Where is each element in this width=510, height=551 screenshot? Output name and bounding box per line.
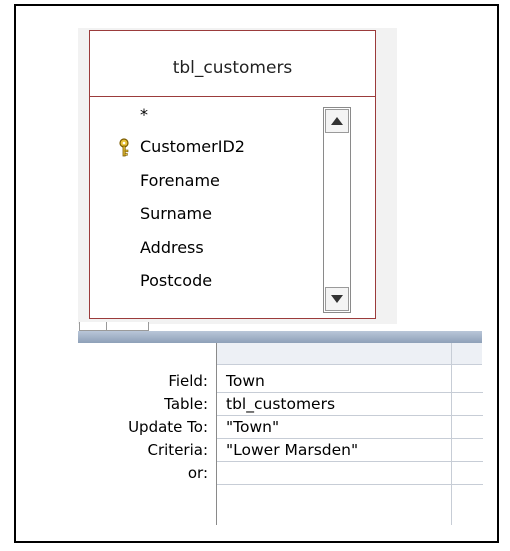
key-icon bbox=[118, 138, 132, 158]
field-customerid2[interactable]: CustomerID2 bbox=[140, 137, 245, 156]
query-tables-pane: tbl_customers * CustomerID2 Forename Sur… bbox=[78, 28, 397, 324]
row-label-table: Table: bbox=[164, 395, 208, 413]
upper-pane-horizontal-scrollbar[interactable] bbox=[79, 322, 149, 331]
table-field-list-window[interactable]: tbl_customers * CustomerID2 Forename Sur… bbox=[89, 30, 376, 319]
grid-line bbox=[217, 415, 483, 416]
column-selector-header[interactable] bbox=[217, 343, 482, 365]
row-label-criteria: Criteria: bbox=[147, 441, 209, 459]
table-title[interactable]: tbl_customers bbox=[90, 31, 375, 97]
field-surname[interactable]: Surname bbox=[140, 204, 212, 223]
row-label-field: Field: bbox=[168, 372, 208, 390]
field-list-scrollbar[interactable] bbox=[323, 107, 351, 313]
row-label-update-to: Update To: bbox=[128, 418, 208, 436]
pane-splitter-bar[interactable] bbox=[78, 331, 482, 343]
cell-table[interactable]: tbl_customers bbox=[226, 395, 335, 413]
field-address[interactable]: Address bbox=[140, 238, 204, 257]
cell-update-to[interactable]: "Town" bbox=[226, 418, 279, 436]
grid-line bbox=[217, 392, 483, 393]
query-design-grid: Town tbl_customers "Town" "Lower Marsden… bbox=[216, 343, 483, 525]
column-separator bbox=[451, 343, 452, 525]
row-label-or: or: bbox=[187, 464, 208, 482]
grid-line bbox=[217, 484, 483, 485]
scroll-down-arrow-icon[interactable] bbox=[325, 287, 349, 311]
grid-line bbox=[217, 438, 483, 439]
scroll-up-arrow-icon[interactable] bbox=[325, 109, 349, 133]
field-forename[interactable]: Forename bbox=[140, 171, 220, 190]
field-postcode[interactable]: Postcode bbox=[140, 271, 212, 290]
cell-field[interactable]: Town bbox=[226, 372, 265, 390]
design-grid-row-labels: Field: Table: Update To: Criteria: or: bbox=[78, 343, 216, 525]
field-all-asterisk[interactable]: * bbox=[140, 105, 148, 124]
cell-criteria[interactable]: "Lower Marsden" bbox=[226, 441, 358, 459]
grid-line bbox=[217, 461, 483, 462]
